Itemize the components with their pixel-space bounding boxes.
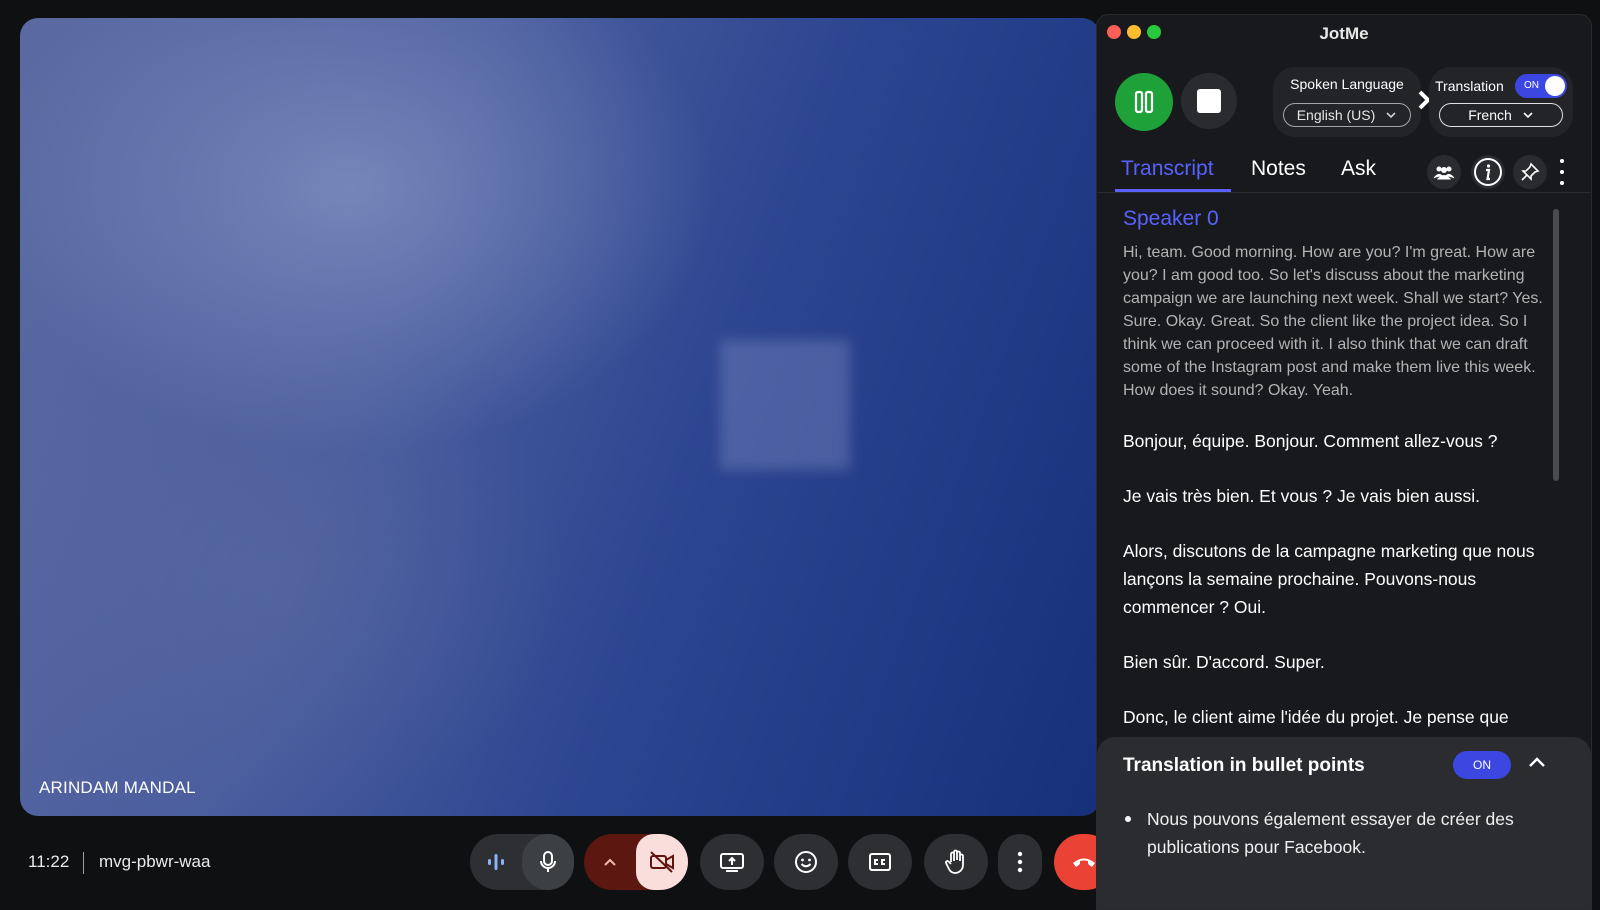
kebab-dot [1560, 181, 1564, 185]
target-language-value: French [1468, 107, 1512, 123]
microphone-icon [540, 851, 556, 872]
translated-transcript: Bonjour, équipe. Bonjour. Comment allez-… [1123, 427, 1545, 755]
chevron-down-icon [1523, 112, 1533, 119]
pause-recording-button[interactable] [1115, 73, 1173, 131]
translated-paragraph: Bien sûr. D'accord. Super. [1123, 652, 1325, 672]
participant-video-tile: ARINDAM MANDAL [20, 18, 1100, 816]
translation-toggle-state: ON [1524, 80, 1539, 91]
translation-panel: Translation ON French [1429, 67, 1573, 137]
spoken-language-select[interactable]: English (US) [1283, 103, 1411, 127]
raise-hand-icon [945, 849, 964, 874]
chevron-up-icon[interactable] [1527, 755, 1547, 769]
present-screen-button[interactable] [700, 834, 764, 890]
audio-control-group [470, 834, 574, 890]
pause-icon [1134, 90, 1154, 114]
emoji-icon [795, 851, 817, 873]
camera-options-button[interactable] [584, 834, 636, 890]
kebab-dot [1560, 170, 1564, 174]
bullet-points-toggle[interactable]: ON [1453, 751, 1511, 779]
sound-wave-icon [488, 854, 504, 870]
more-vertical-icon [1017, 851, 1023, 873]
chevron-up-icon [604, 858, 616, 866]
tab-notes[interactable]: Notes [1251, 157, 1306, 181]
bullet-item: Nous pouvons également essayer de créer … [1123, 805, 1553, 861]
emoji-reaction-button[interactable] [774, 834, 838, 890]
spoken-language-label: Spoken Language [1290, 76, 1404, 92]
tab-bar: Transcript Notes Ask [1097, 151, 1591, 193]
chevron-down-icon [1386, 112, 1396, 119]
stop-icon [1197, 89, 1221, 113]
translated-paragraph: Donc, le client aime l'idée du projet. J… [1123, 707, 1509, 727]
speaker-name: Speaker 0 [1123, 207, 1219, 230]
spoken-language-panel: Spoken Language English (US) [1273, 67, 1421, 137]
translated-paragraph: Alors, discutons de la campagne marketin… [1123, 541, 1535, 617]
captions-button[interactable] [848, 834, 912, 890]
present-screen-icon [720, 853, 744, 872]
original-transcript-text: Hi, team. Good morning. How are you? I'm… [1123, 244, 1543, 399]
meeting-code: mvg-pbwr-waa [99, 852, 211, 871]
transcript-scroll-area[interactable]: Speaker 0 Hi, team. Good morning. How ar… [1097, 195, 1591, 755]
end-call-icon [1073, 858, 1095, 867]
raise-hand-button[interactable] [924, 834, 988, 890]
app-title: JotMe [1319, 24, 1369, 43]
participants-button[interactable] [1427, 155, 1461, 189]
translated-paragraph: Je vais très bien. Et vous ? Je vais bie… [1123, 486, 1480, 506]
translation-toggle[interactable]: ON [1515, 74, 1567, 98]
camera-toggle-button[interactable] [636, 834, 688, 890]
tab-ask[interactable]: Ask [1341, 157, 1376, 181]
meeting-time: 11:22 [28, 852, 70, 871]
stop-recording-button[interactable] [1181, 73, 1237, 129]
info-button[interactable] [1471, 155, 1505, 189]
scrollbar-thumb[interactable] [1553, 209, 1559, 481]
bullet-panel-title: Translation in bullet points [1123, 755, 1365, 776]
tab-transcript[interactable]: Transcript [1121, 157, 1214, 181]
meeting-info-divider [83, 852, 84, 874]
pin-icon [1521, 162, 1540, 181]
translated-paragraph: Bonjour, équipe. Bonjour. Comment allez-… [1123, 431, 1498, 451]
camera-off-icon [650, 851, 674, 873]
camera-control-group [584, 834, 688, 890]
kebab-dot [1560, 159, 1564, 163]
group-icon [1433, 166, 1455, 180]
active-tab-indicator [1115, 189, 1231, 192]
video-blur-highlight [720, 340, 850, 470]
pin-button[interactable] [1513, 155, 1547, 189]
spoken-language-value: English (US) [1296, 107, 1376, 123]
microphone-button[interactable] [522, 834, 574, 890]
more-menu-button[interactable] [1555, 159, 1569, 185]
translation-label: Translation [1435, 78, 1504, 94]
info-icon [1474, 158, 1502, 186]
audio-level-button[interactable] [470, 834, 522, 890]
bullet-list: Nous pouvons également essayer de créer … [1123, 805, 1553, 861]
more-options-button[interactable] [998, 834, 1042, 890]
captions-icon [869, 853, 891, 871]
toggle-knob [1545, 76, 1565, 96]
bullet-points-panel: Translation in bullet points ON Nous pou… [1097, 737, 1591, 909]
participant-name-label: ARINDAM MANDAL [39, 778, 196, 797]
target-language-select[interactable]: French [1439, 103, 1563, 127]
jotme-window: JotMe Spoken Language English (US) Trans… [1096, 14, 1592, 910]
window-titlebar: JotMe [1097, 15, 1591, 51]
